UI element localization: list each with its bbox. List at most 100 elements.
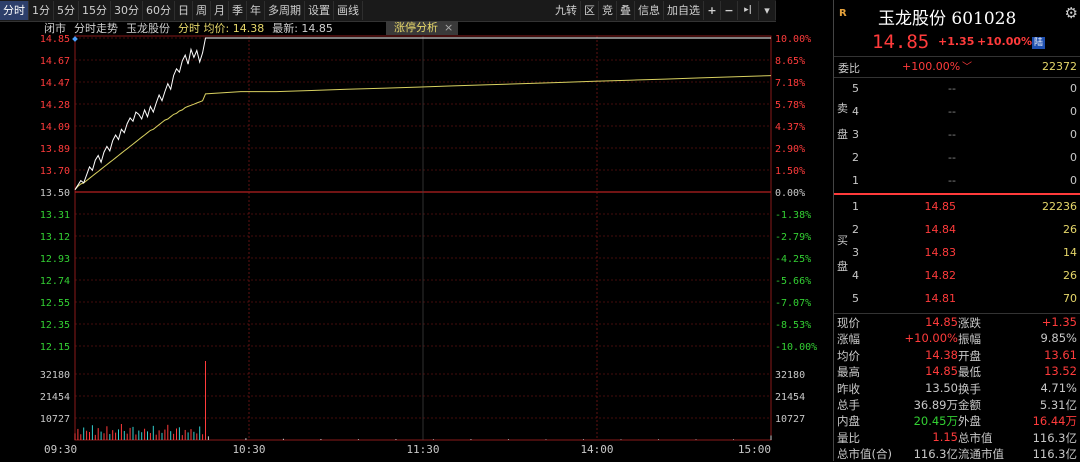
tool-button-0[interactable]: 九转 bbox=[552, 1, 581, 20]
price-axis-label: 12.74 bbox=[40, 276, 70, 287]
tool-button-group: 九转区竞叠信息 加自选 bbox=[552, 1, 704, 20]
stat-label: 开盘 bbox=[958, 348, 981, 363]
period-tab-6[interactable]: 日 bbox=[175, 1, 193, 20]
skip-end-icon[interactable]: ▸| bbox=[738, 1, 759, 20]
sell-row-4[interactable]: 4 -- 0 bbox=[834, 101, 1080, 123]
stat-value: 14.38 bbox=[925, 347, 958, 362]
time-axis-label: 11:30 bbox=[406, 443, 439, 456]
buy-row-5[interactable]: 5 14.81 70 bbox=[834, 288, 1080, 310]
buy-level: 2 bbox=[852, 223, 859, 236]
r-tag: R bbox=[839, 8, 847, 19]
chevron-down-icon[interactable]: ▾ bbox=[759, 1, 776, 20]
buy-row-1[interactable]: 1 14.85 22236 bbox=[834, 196, 1080, 218]
percent-axis-label: -8.53% bbox=[775, 320, 811, 331]
buy-row-2[interactable]: 2 14.84 26 bbox=[834, 219, 1080, 241]
period-tab-5[interactable]: 60分 bbox=[143, 1, 175, 20]
period-tab-11[interactable]: 多周期 bbox=[265, 1, 305, 20]
sell-level: 4 bbox=[852, 105, 859, 118]
sell-row-1[interactable]: 1 -- 0 bbox=[834, 170, 1080, 192]
stat-value: 5.31亿 bbox=[1039, 397, 1077, 412]
period-tab-9[interactable]: 季 bbox=[229, 1, 247, 20]
latest-price-label: 最新: 14.85 bbox=[272, 22, 333, 35]
period-tab-3[interactable]: 15分 bbox=[79, 1, 111, 20]
buy-order-book: 买 盘 1 14.85 22236 2 14.84 26 3 14.83 14 4 14.82 26 5… bbox=[834, 196, 1080, 311]
stat-value: 14.85 bbox=[925, 315, 958, 329]
chart-mode: 分时走势 bbox=[74, 22, 118, 35]
chevron-down-icon[interactable]: ﹀ bbox=[962, 58, 972, 73]
tool-button-1[interactable]: 区 bbox=[581, 1, 599, 20]
order-ratio-row: 委比 +100.00% ﹀ 22372 bbox=[834, 57, 1080, 78]
buy-price: 14.84 bbox=[924, 223, 957, 236]
volume-axis-label: 21454 bbox=[40, 392, 70, 403]
volume-axis-label: 32180 bbox=[40, 370, 70, 381]
stat-label: 最低 bbox=[958, 365, 981, 380]
tool-button-3[interactable]: 叠 bbox=[617, 1, 635, 20]
stat-value: 116.3亿 bbox=[1032, 430, 1077, 445]
stat-label: 总市值(合) bbox=[837, 447, 892, 462]
limit-up-analysis-tab[interactable]: 涨停分析 × bbox=[386, 21, 458, 35]
stat-value: 116.3亿 bbox=[1032, 447, 1077, 462]
period-tab-7[interactable]: 周 bbox=[193, 1, 211, 20]
tool-button-4[interactable]: 信息 bbox=[635, 1, 664, 20]
buy-volume: 26 bbox=[1063, 223, 1077, 236]
buy-level: 3 bbox=[852, 246, 859, 259]
tool-button-5[interactable]: 加自选 bbox=[664, 1, 704, 20]
period-tab-12[interactable]: 设置 bbox=[305, 1, 334, 20]
sell-price: -- bbox=[948, 174, 956, 187]
book-divider bbox=[834, 193, 1080, 195]
stat-row: 量比 1.15 总市值 116.3亿 bbox=[834, 429, 1080, 445]
intraday-chart[interactable]: 14.85 10.00%14.67 8.65%14.47 7.18%14.28 5.78… bbox=[0, 0, 833, 461]
stat-row: 涨幅 +10.00% 振幅 9.85% bbox=[834, 330, 1080, 346]
price-axis-label: 12.15 bbox=[40, 342, 70, 353]
buy-price: 14.83 bbox=[924, 246, 957, 259]
period-tab-8[interactable]: 月 bbox=[211, 1, 229, 20]
price-axis-label: 13.89 bbox=[40, 144, 70, 155]
period-tabs: 分时 1分 5分 15分 30分 60分日周月季年多周期 设置 画线 bbox=[0, 1, 363, 20]
period-tab-4[interactable]: 30分 bbox=[111, 1, 143, 20]
buy-row-4[interactable]: 4 14.82 26 bbox=[834, 265, 1080, 287]
period-tab-1[interactable]: 1分 bbox=[29, 1, 54, 20]
gear-icon[interactable]: ⚙ bbox=[1065, 4, 1078, 22]
sell-row-2[interactable]: 2 -- 0 bbox=[834, 147, 1080, 169]
sell-volume: 0 bbox=[1070, 174, 1077, 187]
stat-label: 内盘 bbox=[837, 414, 860, 429]
buy-level: 4 bbox=[852, 269, 859, 282]
price-axis-label: 12.55 bbox=[40, 298, 70, 309]
volume-axis-label-right: 32180 bbox=[775, 370, 805, 381]
sell-price: -- bbox=[948, 151, 956, 164]
time-axis-label: 14:00 bbox=[580, 443, 613, 456]
stat-label: 振幅 bbox=[958, 332, 981, 347]
percent-axis-label: -7.07% bbox=[775, 298, 811, 309]
limit-up-analysis-label: 涨停分析 bbox=[394, 21, 438, 34]
order-ratio-net: 22372 bbox=[1042, 60, 1077, 73]
tool-button-2[interactable]: 竞 bbox=[599, 1, 617, 20]
minus-icon[interactable]: − bbox=[721, 1, 738, 20]
sell-row-5[interactable]: 5 -- 0 bbox=[834, 78, 1080, 100]
stat-label: 换手 bbox=[958, 381, 981, 396]
sell-volume: 0 bbox=[1070, 82, 1077, 95]
period-tab-0[interactable]: 分时 bbox=[0, 1, 29, 20]
stat-value: 14.85 bbox=[925, 364, 958, 379]
close-icon[interactable]: × bbox=[444, 21, 453, 34]
buy-volume: 70 bbox=[1063, 292, 1077, 305]
order-ratio-label: 委比 bbox=[838, 62, 860, 75]
percent-axis-label: 4.37% bbox=[775, 122, 805, 133]
stat-label: 昨收 bbox=[837, 381, 860, 396]
price-axis-label: 12.93 bbox=[40, 254, 70, 265]
buy-price: 14.85 bbox=[924, 200, 957, 213]
period-tab-10[interactable]: 年 bbox=[247, 1, 265, 20]
stat-label: 最高 bbox=[837, 365, 860, 380]
stat-value: 16.44万 bbox=[1032, 414, 1077, 429]
stat-label: 均价 bbox=[837, 348, 860, 363]
stat-row: 总市值(合) 116.3亿 流通市值 116.3亿 bbox=[834, 445, 1080, 461]
percent-axis-label: -1.38% bbox=[775, 210, 811, 221]
sell-row-3[interactable]: 3 -- 0 bbox=[834, 124, 1080, 146]
period-tab-2[interactable]: 5分 bbox=[54, 1, 79, 20]
stat-value: 13.50 bbox=[925, 380, 958, 395]
percent-axis-label: -2.79% bbox=[775, 232, 811, 243]
plus-icon[interactable]: + bbox=[704, 1, 721, 20]
period-tab-13[interactable]: 画线 bbox=[334, 1, 363, 20]
market-status: 闭市 bbox=[44, 22, 66, 35]
buy-row-3[interactable]: 3 14.83 14 bbox=[834, 242, 1080, 264]
percent-axis-label: 1.50% bbox=[775, 166, 805, 177]
